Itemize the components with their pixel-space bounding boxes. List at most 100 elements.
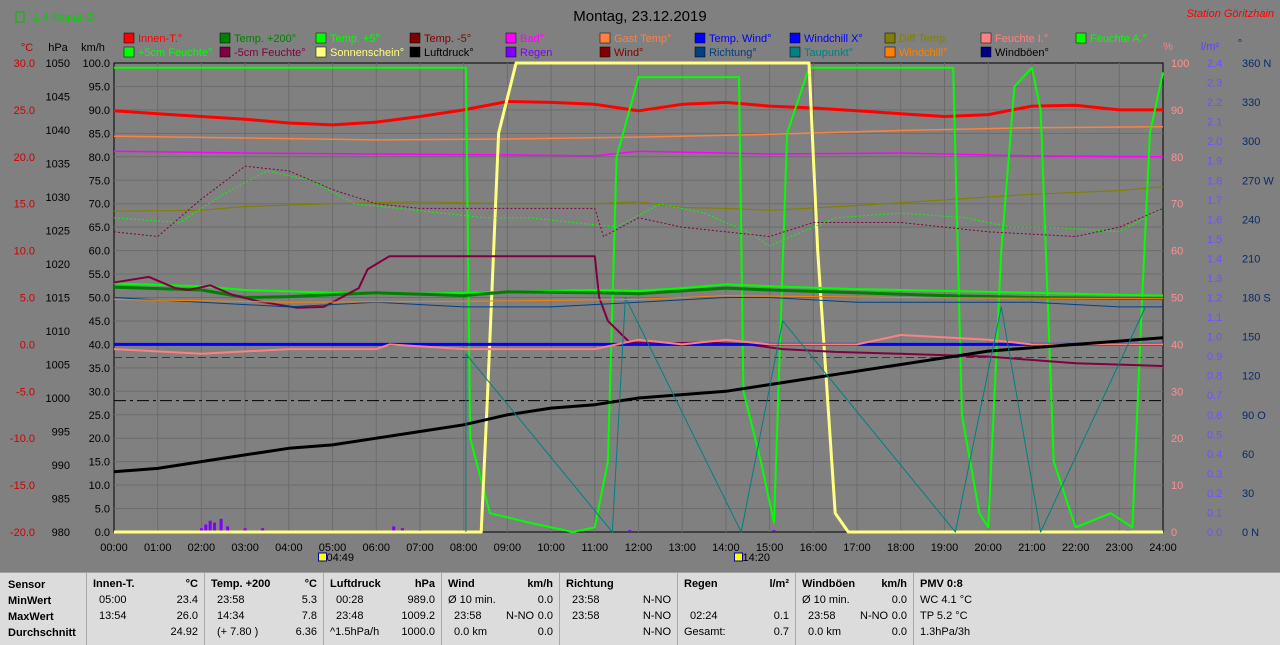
legend-label: Luftdruck° <box>424 47 474 59</box>
tick-hpa: 980 <box>52 527 70 539</box>
tick-lm2: 1.4 <box>1207 253 1222 265</box>
rain-bar <box>219 518 223 532</box>
sunset-label: 14:20 <box>742 552 770 564</box>
legend-swatch <box>980 46 992 58</box>
tick-dir: 180 S <box>1242 293 1271 305</box>
legend-swatch <box>123 46 135 58</box>
tick-time: 13:00 <box>668 542 696 554</box>
tick-time: 03:00 <box>231 542 259 554</box>
stats-innen-unit: °C <box>185 578 198 590</box>
axis-title-dir: ° <box>1238 38 1242 50</box>
monat-label: -1.4 Monat-Ø <box>30 12 95 24</box>
tick-kmh: 20.0 <box>89 433 110 445</box>
stats-regen-max-time: 02:24 <box>690 610 718 622</box>
legend-label: Temp. -5° <box>424 33 471 45</box>
tick-kmh: 65.0 <box>89 222 110 234</box>
statistics-panel: Sensor MinWert MaxWert Durchschnitt Inne… <box>0 572 1280 645</box>
stats-luftdruck-unit: hPa <box>414 578 435 590</box>
tick-temp: -10.0 <box>10 433 35 445</box>
tick-kmh: 55.0 <box>89 269 110 281</box>
stats-luftdruck-max-time: 23:48 <box>336 610 364 622</box>
tick-kmh: 10.0 <box>89 480 110 492</box>
tick-kmh: 60.0 <box>89 246 110 258</box>
tick-pct: 80 <box>1171 152 1183 164</box>
tick-temp: 25.0 <box>14 105 35 117</box>
tick-lm2: 2.3 <box>1207 78 1222 90</box>
tick-hpa: 1005 <box>46 360 70 372</box>
tick-kmh: 95.0 <box>89 81 110 93</box>
legend-label: Bad° <box>520 33 544 45</box>
sunset-icon <box>733 552 743 562</box>
tick-kmh: 100.0 <box>82 58 110 70</box>
tick-temp: 0.0 <box>20 339 35 351</box>
rain-bar <box>772 530 776 532</box>
tick-dir: 60 <box>1242 449 1254 461</box>
stats-richtung-max-time: 23:58 <box>572 610 600 622</box>
stats-innen-max-time: 13:54 <box>99 610 127 622</box>
tick-kmh: 45.0 <box>89 316 110 328</box>
stats-wind-min-label: Ø 10 min. <box>448 594 496 606</box>
stats-regen-title: Regen <box>684 578 718 590</box>
legend-swatch <box>694 46 706 58</box>
tick-time: 23:00 <box>1106 542 1134 554</box>
stats-temp200-avg-note: (+ 7.80 ) <box>217 626 259 638</box>
stats-richtung-min-time: 23:58 <box>572 594 600 606</box>
stats-luftdruck-min-time: 00:28 <box>336 594 364 606</box>
stats-label-max: MaxWert <box>8 611 54 623</box>
axis-title-kmh: km/h <box>81 42 105 54</box>
tick-lm2: 1.1 <box>1207 312 1222 324</box>
tick-time: 08:00 <box>450 542 478 554</box>
stats-richtung-avg: N-NO <box>642 626 671 638</box>
stats-wind-max-time: 23:58 <box>454 610 482 622</box>
stats-windboeen-avg-label: 0.0 km <box>808 626 842 638</box>
stats-windboeen-min-label: Ø 10 min. <box>802 594 850 606</box>
tick-dir: 330 <box>1242 97 1260 109</box>
rain-bar <box>628 530 632 532</box>
tick-lm2: 1.2 <box>1207 293 1222 305</box>
stats-luftdruck-avg: 1000.0 <box>401 626 435 638</box>
legend-label: Regen <box>520 47 552 59</box>
tick-temp: -20.0 <box>10 527 35 539</box>
stats-pmv-title: PMV 0:8 <box>920 578 963 590</box>
stats-temp200-title: Temp. +200 <box>211 578 271 590</box>
tick-temp: -5.0 <box>16 386 35 398</box>
stats-temp200-unit: °C <box>304 578 317 590</box>
stats-innen-min-val: 23.4 <box>176 594 198 606</box>
legend-swatch <box>409 32 421 44</box>
stats-wind: Wind km/h Ø 10 min. 0.0 23:58 N-NO 0.0 0… <box>442 573 560 645</box>
tick-lm2: 1.6 <box>1207 214 1222 226</box>
stats-regen-avg: 0.7 <box>773 626 789 638</box>
tick-dir: 240 <box>1242 214 1260 226</box>
stats-temp200-max-time: 14:34 <box>217 610 245 622</box>
stats-windboeen-max-time: 23:58 <box>808 610 836 622</box>
tick-pct: 0 <box>1171 527 1177 539</box>
tick-time: 17:00 <box>843 542 871 554</box>
tick-hpa: 995 <box>52 427 70 439</box>
tick-dir: 150 <box>1242 332 1260 344</box>
tick-temp: 20.0 <box>14 152 35 164</box>
stats-richtung-min-dir: N-NO <box>642 594 671 606</box>
tick-lm2: 0.5 <box>1207 429 1222 441</box>
stats-pmv-wc: WC 4.1 °C <box>920 594 973 606</box>
stats-innen-avg: 24.92 <box>170 626 198 638</box>
tick-kmh: 30.0 <box>89 386 110 398</box>
tick-temp: 30.0 <box>14 58 35 70</box>
tick-time: 14:00 <box>712 542 740 554</box>
stats-luftdruck: Luftdruck hPa 00:28 989.0 23:48 1009.2 ^… <box>324 573 442 645</box>
tick-kmh: 0.0 <box>95 527 110 539</box>
axis-title-lm2: l/m² <box>1201 41 1220 53</box>
stats-richtung: Richtung 23:58 N-NO 23:58 N-NO N-NO <box>560 573 678 645</box>
tick-lm2: 0.9 <box>1207 351 1222 363</box>
stats-label-min: MinWert <box>8 595 52 607</box>
legend-label: Richtung° <box>709 47 757 59</box>
stats-label-sensor: Sensor <box>8 579 46 591</box>
stats-windboeen-min-val: 0.0 <box>891 594 907 606</box>
tick-hpa: 1030 <box>46 192 70 204</box>
tick-kmh: 85.0 <box>89 128 110 140</box>
tick-lm2: 1.3 <box>1207 273 1222 285</box>
tick-time: 16:00 <box>800 542 828 554</box>
stats-wind-avg-label: 0.0 km <box>454 626 488 638</box>
tick-lm2: 2.0 <box>1207 136 1222 148</box>
tick-lm2: 0.0 <box>1207 527 1222 539</box>
legend-swatch <box>219 32 231 44</box>
